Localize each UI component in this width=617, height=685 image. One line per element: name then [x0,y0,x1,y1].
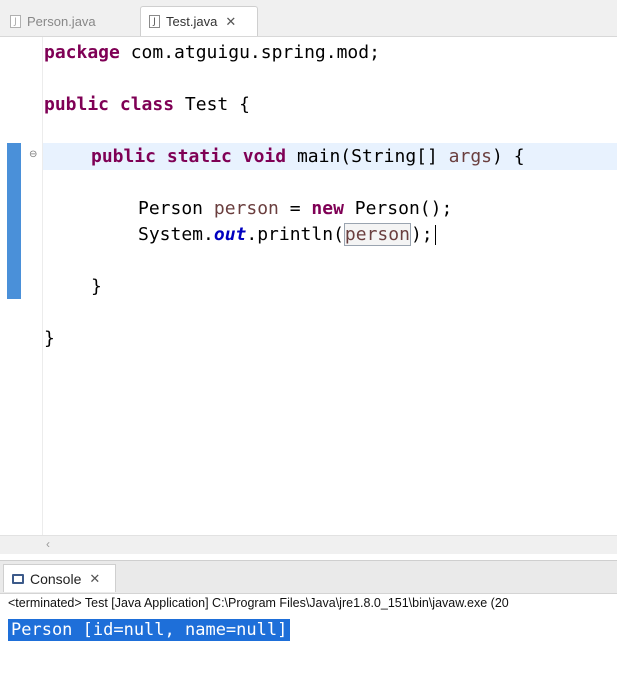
code-editor[interactable]: ⊖ package com.atguigu.spring.mod; public… [0,37,617,535]
code-line-close-method[interactable]: } [91,274,102,300]
code-line-new-person[interactable]: Person person = new Person(); [138,196,452,222]
java-file-icon: J [10,14,21,28]
scroll-left-icon[interactable]: ‹ [46,537,50,551]
console-icon [12,573,24,584]
close-icon[interactable]: ✕ [89,571,100,587]
java-file-icon: J [149,15,160,28]
quick-diff-change-bar [7,143,21,299]
text-caret [434,225,436,245]
code-line-package[interactable]: package com.atguigu.spring.mod; [44,40,380,66]
code-line-close-class[interactable]: } [44,326,55,352]
console-tab-label: Console [30,570,82,587]
code-line-main[interactable]: public static void main(String[] args) { [91,144,525,170]
editor-tab-bar: J Person.java J Test.java ✕ [0,0,617,37]
close-icon[interactable]: ✕ [225,14,236,30]
tab-test-java[interactable]: J Test.java ✕ [140,6,258,36]
console-output-selected[interactable]: Person [id=null, name=null] [8,619,291,641]
occurrence-highlight: person [343,223,411,246]
console-tab-bar: Console ✕ [0,560,617,594]
tab-console[interactable]: Console ✕ [3,564,116,592]
code-line-class[interactable]: public class Test { [44,92,250,118]
code-line-println[interactable]: System.out.println(person); [138,222,436,248]
tab-label: Test.java [166,14,218,29]
console-process-status: <terminated> Test [Java Application] C:\… [8,596,509,610]
fold-collapse-icon[interactable]: ⊖ [29,150,39,160]
tab-person-java[interactable]: J Person.java [2,6,138,36]
editor-horizontal-scrollbar[interactable]: ‹ [0,535,617,554]
tab-label: Person.java [27,13,96,29]
